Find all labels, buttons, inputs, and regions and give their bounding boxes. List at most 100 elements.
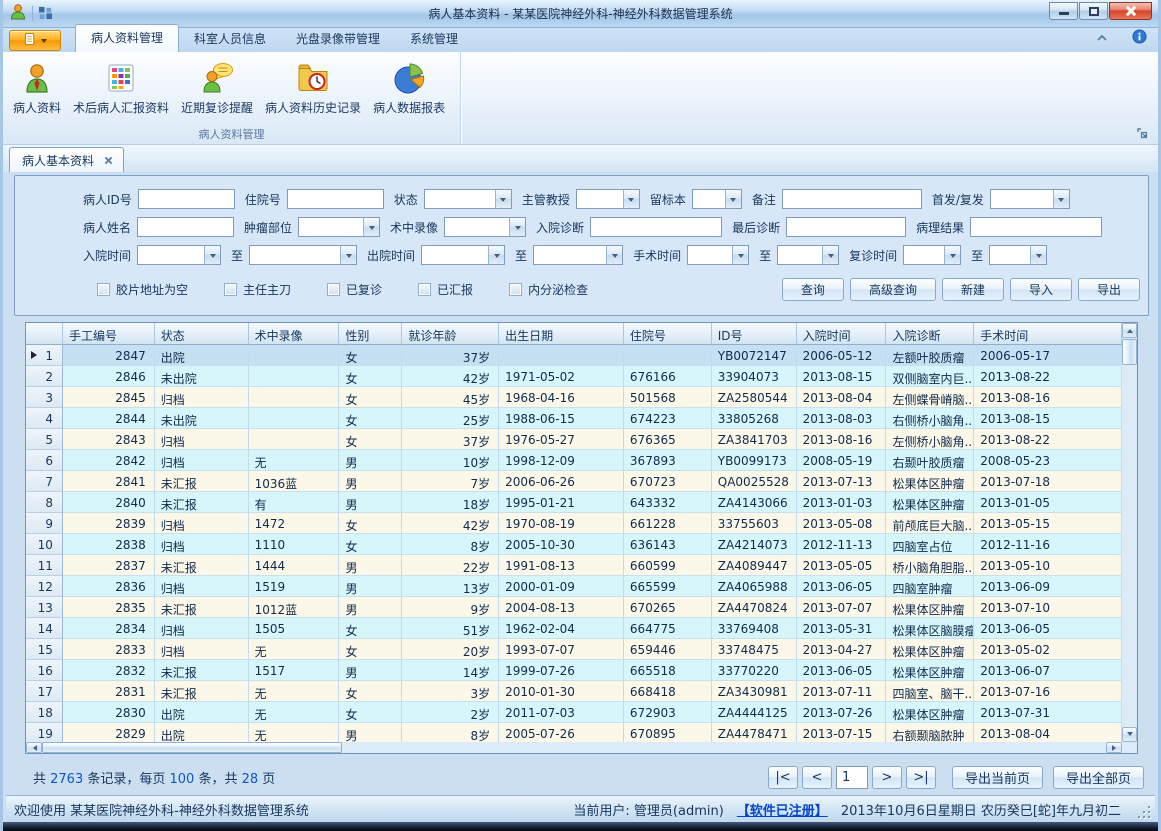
pager-first-button[interactable]: |<	[768, 766, 798, 789]
import-button[interactable]: 导入	[1010, 278, 1072, 301]
combo-field[interactable]	[137, 245, 221, 265]
checkbox-box[interactable]	[327, 283, 340, 296]
table-row[interactable]: 102838归档1110女8岁2005-10-30636143ZA4214073…	[26, 534, 1122, 555]
row-selector[interactable]: 11	[26, 555, 63, 576]
row-selector[interactable]: 10	[26, 534, 63, 555]
combo-field[interactable]	[692, 189, 742, 209]
row-selector[interactable]: 19	[26, 723, 63, 742]
resize-grip[interactable]	[1137, 805, 1150, 818]
pager-last-button[interactable]: >|	[906, 766, 936, 789]
checkbox-box[interactable]	[224, 283, 237, 296]
table-row[interactable]: 72841未汇报1036蓝男7岁2006-06-26670723QA002552…	[26, 471, 1122, 492]
query-button[interactable]: 查询	[782, 278, 844, 301]
scroll-left-button[interactable]	[26, 742, 42, 753]
scroll-down-button[interactable]	[1122, 727, 1137, 742]
table-row[interactable]: 182830出院无女2岁2011-07-03672903ZA4444125201…	[26, 702, 1122, 723]
chevron-down-icon[interactable]	[725, 190, 741, 208]
tab-patient-basic-info[interactable]: 病人基本资料	[9, 147, 124, 172]
table-row[interactable]: 12847出院女37岁YB00721472006-05-12左额叶胶质瘤2006…	[26, 345, 1122, 366]
filter-checkbox-2[interactable]: 主任主刀	[224, 281, 291, 298]
combo-field[interactable]	[989, 245, 1047, 265]
row-selector[interactable]: 3	[26, 387, 63, 408]
chevron-down-icon[interactable]	[363, 218, 379, 236]
ribbon-tab-3[interactable]: 光盘录像带管理	[281, 26, 395, 52]
table-row[interactable]: 32845归档女45岁1968-04-16501568ZA25805442013…	[26, 387, 1122, 408]
chevron-down-icon[interactable]	[732, 246, 748, 264]
application-menu-button[interactable]	[9, 30, 61, 51]
chevron-down-icon[interactable]	[509, 218, 525, 236]
table-row[interactable]: 122836归档1519男13岁2000-01-09665599ZA406598…	[26, 576, 1122, 597]
table-row[interactable]: 112837未汇报1444男22岁1991-08-13660599ZA40894…	[26, 555, 1122, 576]
minimize-button[interactable]	[1049, 2, 1078, 20]
row-selector[interactable]: 2	[26, 366, 63, 387]
horizontal-scroll-thumb[interactable]	[42, 742, 342, 753]
row-selector[interactable]: 12	[26, 576, 63, 597]
table-row[interactable]: 142834归档1505女51岁1962-02-0466477533769408…	[26, 618, 1122, 639]
row-selector[interactable]: 13	[26, 597, 63, 618]
row-selector[interactable]: 15	[26, 639, 63, 660]
maximize-button[interactable]	[1079, 2, 1108, 20]
table-row[interactable]: 42844未出院女25岁1988-06-15674223338052682013…	[26, 408, 1122, 429]
row-selector[interactable]: 4	[26, 408, 63, 429]
advanced-query-button[interactable]: 高级查询	[850, 278, 936, 301]
combo-field[interactable]	[576, 189, 640, 209]
table-row[interactable]: 22846未出院女42岁1971-05-02676166339040732013…	[26, 366, 1122, 387]
revisit-reminder-button[interactable]: 近期复诊提醒	[175, 57, 259, 120]
input-field[interactable]	[138, 189, 235, 209]
row-selector[interactable]: 1	[26, 345, 63, 366]
registered-link[interactable]: 【软件已注册】	[737, 800, 828, 819]
export-all-pages-button[interactable]: 导出全部页	[1053, 766, 1144, 789]
dialog-launcher-icon[interactable]	[1136, 127, 1149, 140]
chevron-down-icon[interactable]	[495, 190, 511, 208]
column-header[interactable]: ID号	[712, 323, 797, 345]
filter-checkbox-5[interactable]: 内分泌检查	[509, 281, 588, 298]
filter-checkbox-4[interactable]: 已汇报	[418, 281, 473, 298]
scroll-up-button[interactable]	[1122, 323, 1137, 338]
combo-field[interactable]	[903, 245, 961, 265]
new-button[interactable]: 新建	[942, 278, 1004, 301]
combo-field[interactable]	[421, 245, 505, 265]
page-number-input[interactable]	[836, 766, 868, 789]
chevron-down-icon[interactable]	[623, 190, 639, 208]
column-header[interactable]: 状态	[155, 323, 249, 345]
chevron-down-icon[interactable]	[944, 246, 960, 264]
export-button[interactable]: 导出	[1078, 278, 1140, 301]
table-row[interactable]: 152833归档无女20岁1993-07-0765944633748475201…	[26, 639, 1122, 660]
input-field[interactable]	[970, 217, 1102, 237]
column-header[interactable]: 入院时间	[797, 323, 887, 345]
chevron-down-icon[interactable]	[488, 246, 504, 264]
table-row[interactable]: 92839归档1472女42岁1970-08-19661228337556032…	[26, 513, 1122, 534]
modules-icon[interactable]	[38, 5, 53, 23]
column-header[interactable]: 手工编号	[63, 323, 155, 345]
column-header[interactable]: 性别	[339, 323, 402, 345]
row-selector[interactable]: 14	[26, 618, 63, 639]
filter-checkbox-3[interactable]: 已复诊	[327, 281, 382, 298]
ribbon-tab-2[interactable]: 科室人员信息	[179, 26, 281, 52]
ribbon-tab-1[interactable]: 病人资料管理	[75, 24, 179, 52]
chevron-down-icon[interactable]	[340, 246, 356, 264]
chevron-down-icon[interactable]	[1030, 246, 1046, 264]
history-button[interactable]: 病人资料历史记录	[259, 57, 367, 120]
chevron-down-icon[interactable]	[204, 246, 220, 264]
table-row[interactable]: 172831未汇报无女3岁2010-01-30668418ZA343098120…	[26, 681, 1122, 702]
table-row[interactable]: 192829出院无男8岁2005-07-26670895ZA4478471201…	[26, 723, 1122, 742]
row-selector[interactable]: 9	[26, 513, 63, 534]
postop-report-button[interactable]: 术后病人汇报资料	[67, 57, 175, 120]
row-selector[interactable]: 16	[26, 660, 63, 681]
filter-checkbox-1[interactable]: 胶片地址为空	[97, 281, 188, 298]
row-selector[interactable]: 17	[26, 681, 63, 702]
input-field[interactable]	[786, 217, 906, 237]
combo-field[interactable]	[687, 245, 749, 265]
column-header[interactable]: 手术时间	[974, 323, 1122, 345]
combo-field[interactable]	[444, 217, 526, 237]
close-tab-icon[interactable]	[104, 156, 113, 165]
row-selector[interactable]: 5	[26, 429, 63, 450]
combo-field[interactable]	[533, 245, 623, 265]
scroll-track[interactable]	[342, 742, 1106, 753]
collapse-ribbon-icon[interactable]	[1096, 31, 1108, 45]
combo-field[interactable]	[249, 245, 357, 265]
chevron-down-icon[interactable]	[1053, 190, 1069, 208]
column-header[interactable]: 就诊年龄	[402, 323, 499, 345]
row-selector[interactable]: 18	[26, 702, 63, 723]
row-selector[interactable]: 8	[26, 492, 63, 513]
